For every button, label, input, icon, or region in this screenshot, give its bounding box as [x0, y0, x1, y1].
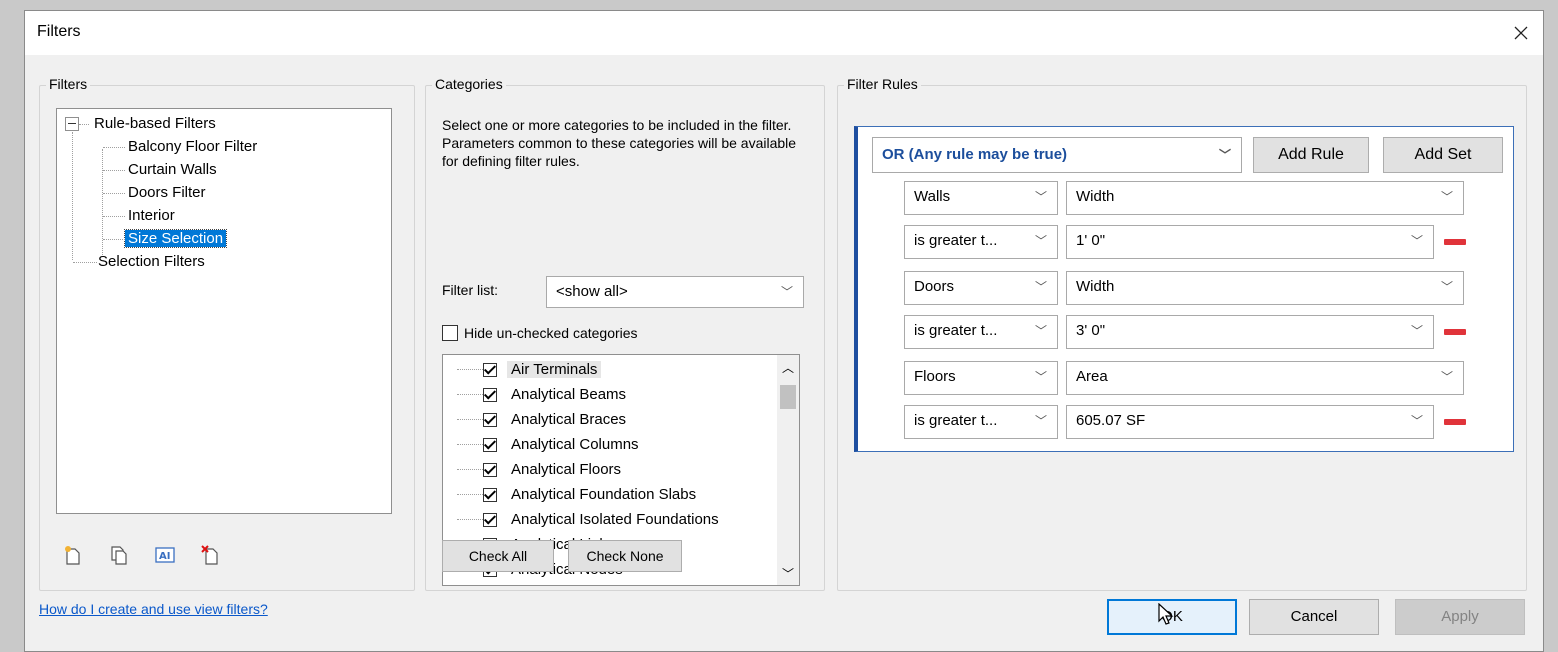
collapse-toggle-icon[interactable] [65, 117, 79, 131]
rule-operator-select[interactable]: is greater t... ﹀ [904, 405, 1058, 439]
rule-operator-select[interactable]: is greater t... ﹀ [904, 315, 1058, 349]
check-all-button[interactable]: Check All [442, 540, 554, 572]
list-item[interactable]: Air Terminals [443, 357, 602, 382]
remove-rule-icon[interactable] [1444, 329, 1466, 335]
chevron-down-icon: ﹀ [1440, 370, 1453, 384]
svg-text:AI: AI [159, 551, 170, 562]
list-item[interactable]: Analytical Floors [443, 457, 625, 482]
category-checkbox[interactable] [483, 362, 497, 377]
chevron-down-icon: ﹀ [1034, 280, 1047, 294]
remove-rule-icon[interactable] [1444, 419, 1466, 425]
scroll-up-icon[interactable]: ︿ [777, 357, 799, 377]
mouse-cursor-icon [1158, 603, 1174, 625]
category-checkbox[interactable] [483, 487, 497, 502]
filter-list-label: Filter list: [442, 282, 498, 298]
list-item[interactable]: Analytical Beams [443, 382, 630, 407]
chevron-down-icon: ﹀ [1440, 190, 1453, 204]
scroll-down-icon[interactable]: ﹀ [777, 563, 799, 583]
title-bar: Filters [25, 11, 1543, 55]
rule-value-input[interactable]: 1' 0" ﹀ [1066, 225, 1434, 259]
tree-item-curtain-walls[interactable]: Curtain Walls [103, 159, 220, 181]
duplicate-filter-icon [111, 546, 127, 565]
chevron-down-icon: ﹀ [1410, 324, 1423, 338]
tree-item-doors-filter[interactable]: Doors Filter [103, 182, 209, 204]
dialog-title: Filters [37, 23, 81, 40]
rename-filter-icon: AI [155, 547, 175, 563]
chevron-down-icon: ﹀ [1410, 234, 1423, 248]
hide-unchecked-label: Hide un-checked categories [464, 325, 638, 341]
rule-logic-value: OR (Any rule may be true) [882, 146, 1068, 163]
rule-value-input[interactable]: 605.07 SF ﹀ [1066, 405, 1434, 439]
filters-group: Filters Rule-based Filters Balcony Floor… [39, 76, 415, 591]
chevron-down-icon: ﹀ [780, 285, 793, 299]
category-checkbox[interactable] [483, 387, 497, 402]
apply-button[interactable]: Apply [1395, 599, 1525, 635]
filters-group-legend: Filters [46, 76, 91, 92]
chevron-down-icon: ﹀ [1034, 414, 1047, 428]
duplicate-filter-button[interactable] [106, 542, 132, 568]
categories-group-legend: Categories [432, 76, 506, 92]
tree-item-interior[interactable]: Interior [103, 205, 178, 227]
rule-category-select[interactable]: Doors ﹀ [904, 271, 1058, 305]
hide-unchecked-checkbox[interactable] [442, 325, 458, 341]
category-checkbox[interactable] [483, 462, 497, 477]
scroll-thumb[interactable] [780, 385, 796, 409]
chevron-down-icon: ﹀ [1218, 148, 1231, 162]
category-checkbox[interactable] [483, 412, 497, 427]
filters-tree: Rule-based Filters Balcony Floor Filter … [56, 108, 392, 514]
list-item[interactable]: Analytical Isolated Foundations [443, 507, 723, 532]
rule-parameter-select[interactable]: Area ﹀ [1066, 361, 1464, 395]
chevron-down-icon: ﹀ [1034, 370, 1047, 384]
help-link[interactable]: How do I create and use view filters? [39, 601, 268, 617]
tree-item-size-selection[interactable]: Size Selection [103, 228, 228, 250]
rules-panel: OR (Any rule may be true) ﹀ Add Rule Add… [854, 126, 1514, 452]
filter-list-select[interactable]: <show all> ﹀ [546, 276, 804, 308]
rename-filter-button[interactable]: AI [152, 542, 178, 568]
list-item[interactable]: Analytical Foundation Slabs [443, 482, 700, 507]
new-filter-icon [65, 546, 80, 565]
rule-category-select[interactable]: Walls ﹀ [904, 181, 1058, 215]
check-none-button[interactable]: Check None [568, 540, 682, 572]
rule-value-input[interactable]: 3' 0" ﹀ [1066, 315, 1434, 349]
add-rule-button[interactable]: Add Rule [1253, 137, 1369, 173]
list-item[interactable]: Analytical Braces [443, 407, 630, 432]
rule-parameter-select[interactable]: Width ﹀ [1066, 181, 1464, 215]
filter-list-value: <show all> [556, 283, 628, 300]
category-checkbox[interactable] [483, 512, 497, 527]
remove-rule-icon[interactable] [1444, 239, 1466, 245]
categories-group: Categories Select one or more categories… [425, 76, 825, 591]
delete-filter-button[interactable] [198, 542, 224, 568]
rule-operator-select[interactable]: is greater t... ﹀ [904, 225, 1058, 259]
categories-scrollbar[interactable]: ︿ ﹀ [777, 355, 799, 585]
chevron-down-icon: ﹀ [1034, 190, 1047, 204]
rule-parameter-select[interactable]: Width ﹀ [1066, 271, 1464, 305]
add-set-button[interactable]: Add Set [1383, 137, 1503, 173]
filters-dialog: Filters Filters Rule-based Filters Balco… [24, 10, 1544, 652]
chevron-down-icon: ﹀ [1034, 324, 1047, 338]
filter-rules-group: Filter Rules OR (Any rule may be true) ﹀… [837, 76, 1527, 591]
delete-filter-icon [201, 545, 218, 565]
rule-category-select[interactable]: Floors ﹀ [904, 361, 1058, 395]
close-button[interactable] [1505, 17, 1537, 49]
tree-item-balcony-floor-filter[interactable]: Balcony Floor Filter [103, 136, 260, 158]
filter-rules-legend: Filter Rules [844, 76, 921, 92]
close-icon [1514, 26, 1528, 40]
hide-unchecked-row[interactable]: Hide un-checked categories [442, 322, 638, 344]
list-item[interactable]: Analytical Columns [443, 432, 643, 457]
tree-root-rule-based[interactable]: Rule-based Filters [79, 113, 219, 135]
category-checkbox[interactable] [483, 437, 497, 452]
cancel-button[interactable]: Cancel [1249, 599, 1379, 635]
chevron-down-icon: ﹀ [1410, 414, 1423, 428]
chevron-down-icon: ﹀ [1034, 234, 1047, 248]
new-filter-button[interactable] [60, 542, 86, 568]
chevron-down-icon: ﹀ [1440, 280, 1453, 294]
tree-root-selection-filters[interactable]: Selection Filters [73, 251, 208, 273]
categories-description: Select one or more categories to be incl… [442, 117, 797, 169]
rule-logic-select[interactable]: OR (Any rule may be true) ﹀ [872, 137, 1242, 173]
